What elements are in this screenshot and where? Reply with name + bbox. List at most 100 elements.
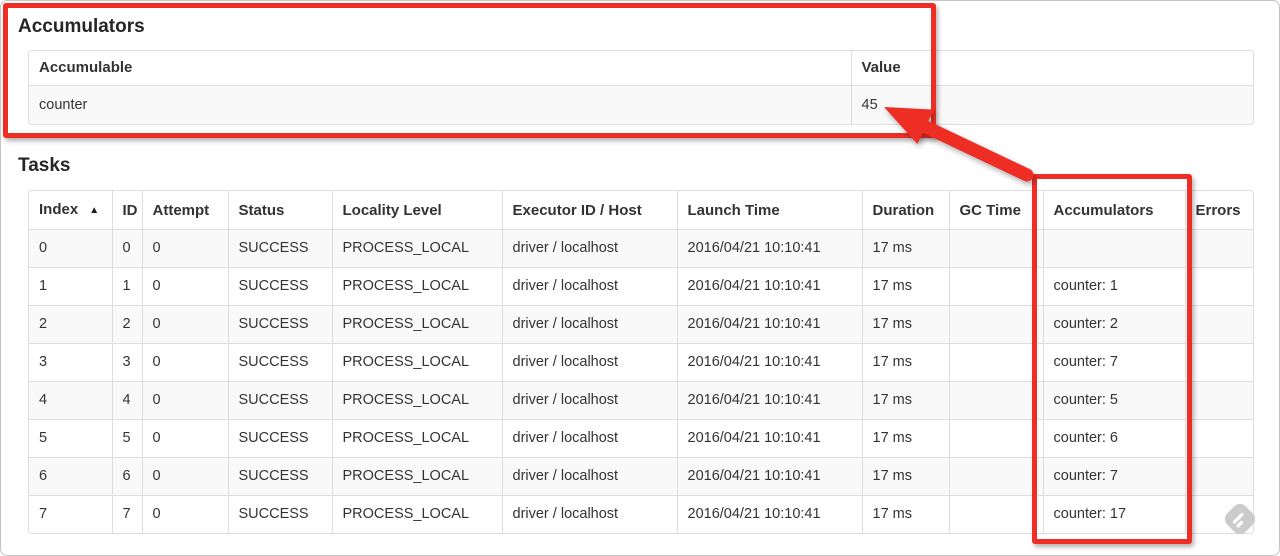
cell-executor-id-host: driver / localhost [501,419,677,458]
cell-id: 0 [111,229,142,268]
tasks-section-title: Tasks [18,155,71,176]
cell-status: SUCCESS [227,419,332,458]
cell-launch-time: 2016/04/21 10:10:41 [676,229,862,268]
cell-attempt: 0 [141,267,228,306]
column-header-label: GC Time [959,201,1021,219]
cell-attempt: 0 [141,495,228,533]
cell-accumulators [1042,229,1185,268]
cell-duration: 17 ms [861,305,949,344]
cell-accumulators: counter: 7 [1042,343,1185,382]
cell-gc-time [948,305,1043,344]
column-header-value[interactable]: Value [850,51,1253,86]
cell-index: 5 [29,419,112,458]
table-row: 6 6 0 SUCCESS PROCESS_LOCAL driver / localhos… [29,457,1253,496]
cell-gc-time [948,381,1043,420]
cell-locality-level: PROCESS_LOCAL [331,229,502,268]
cell-gc-time [948,343,1043,382]
cell-id: 5 [111,419,142,458]
cell-errors [1184,381,1253,420]
cell-locality-level: PROCESS_LOCAL [331,305,502,344]
page-content: Accumulators Accumulable Value counter 45 T… [1,1,1279,534]
cell-locality-level: PROCESS_LOCAL [331,495,502,533]
cell-launch-time: 2016/04/21 10:10:41 [676,343,862,382]
column-header-label: Status [238,201,285,219]
cell-duration: 17 ms [861,381,949,420]
cell-index: 4 [29,381,112,420]
cell-launch-time: 2016/04/21 10:10:41 [676,419,862,458]
cell-gc-time [948,419,1043,458]
column-header-accumulators[interactable]: Accumulators [1042,191,1185,230]
column-header-errors[interactable]: Errors [1184,191,1253,230]
cell-errors [1184,229,1253,268]
cell-executor-id-host: driver / localhost [501,381,677,420]
cell-accumulators: counter: 1 [1042,267,1185,306]
cell-status: SUCCESS [227,229,332,268]
column-header-accumulable[interactable]: Accumulable [29,51,851,86]
cell-locality-level: PROCESS_LOCAL [331,343,502,382]
cell-gc-time [948,457,1043,496]
cell-duration: 17 ms [861,457,949,496]
cell-locality-level: PROCESS_LOCAL [331,267,502,306]
accumulators-table: Accumulable Value counter 45 [29,51,1253,124]
accumulators-table-wrapper: Accumulable Value counter 45 [28,50,1254,125]
cell-errors [1184,305,1253,344]
column-header-label: Executor ID / Host [512,201,642,219]
table-row: 1 1 0 SUCCESS PROCESS_LOCAL driver / localhos… [29,267,1253,306]
cell-id: 6 [111,457,142,496]
column-header-locality-level[interactable]: Locality Level [331,191,502,230]
cell-id: 3 [111,343,142,382]
cell-accumulators: counter: 5 [1042,381,1185,420]
cell-index: 0 [29,229,112,268]
column-header-index[interactable]: Index ▲ [29,191,112,230]
column-header-label: Duration [872,201,935,219]
cell-duration: 17 ms [861,229,949,268]
column-header-status[interactable]: Status [227,191,332,230]
cell-attempt: 0 [141,381,228,420]
cell-launch-time: 2016/04/21 10:10:41 [676,305,862,344]
cell-executor-id-host: driver / localhost [501,267,677,306]
cell-gc-time [948,267,1043,306]
column-header-label: Accumulators [1053,201,1154,219]
header-row: Accumulable Value [29,51,1253,86]
cell-launch-time: 2016/04/21 10:10:41 [676,267,862,306]
column-header-launch-time[interactable]: Launch Time [676,191,862,230]
cell-index: 1 [29,267,112,306]
cell-id: 1 [111,267,142,306]
cell-locality-level: PROCESS_LOCAL [331,381,502,420]
cell-locality-level: PROCESS_LOCAL [331,457,502,496]
cell-attempt: 0 [141,419,228,458]
table-row: 7 7 0 SUCCESS PROCESS_LOCAL driver / localhos… [29,495,1253,533]
column-header-gc-time[interactable]: GC Time [948,191,1043,230]
column-header-id[interactable]: ID [111,191,142,230]
feedly-extension-icon[interactable] [1220,499,1260,539]
column-header-attempt[interactable]: Attempt [141,191,228,230]
cell-gc-time [948,229,1043,268]
cell-executor-id-host: driver / localhost [501,229,677,268]
column-header-label: Attempt [152,201,210,219]
column-header-label: Value [861,59,901,76]
column-header-label: ID [122,201,138,219]
column-header-executor-id-host[interactable]: Executor ID / Host [501,191,677,230]
cell-status: SUCCESS [227,381,332,420]
column-header-label: Locality Level [342,201,442,219]
header-row: Index ▲ ID Attempt Status Locality Level Execu… [29,191,1253,230]
cell-accumulators: counter: 2 [1042,305,1185,344]
cell-accumulators: counter: 7 [1042,457,1185,496]
cell-launch-time: 2016/04/21 10:10:41 [676,457,862,496]
cell-id: 7 [111,495,142,533]
cell-errors [1184,343,1253,382]
cell-executor-id-host: driver / localhost [501,305,677,344]
spark-stage-page: Accumulators Accumulable Value counter 45 T… [0,0,1280,556]
column-header-label: Index [39,201,79,218]
cell-index: 6 [29,457,112,496]
cell-errors [1184,457,1253,496]
cell-status: SUCCESS [227,457,332,496]
cell-attempt: 0 [141,229,228,268]
cell-duration: 17 ms [861,343,949,382]
cell-executor-id-host: driver / localhost [501,495,677,533]
cell-status: SUCCESS [227,305,332,344]
cell-id: 4 [111,381,142,420]
column-header-duration[interactable]: Duration [861,191,949,230]
cell-launch-time: 2016/04/21 10:10:41 [676,495,862,533]
cell-accumulators: counter: 17 [1042,495,1185,533]
